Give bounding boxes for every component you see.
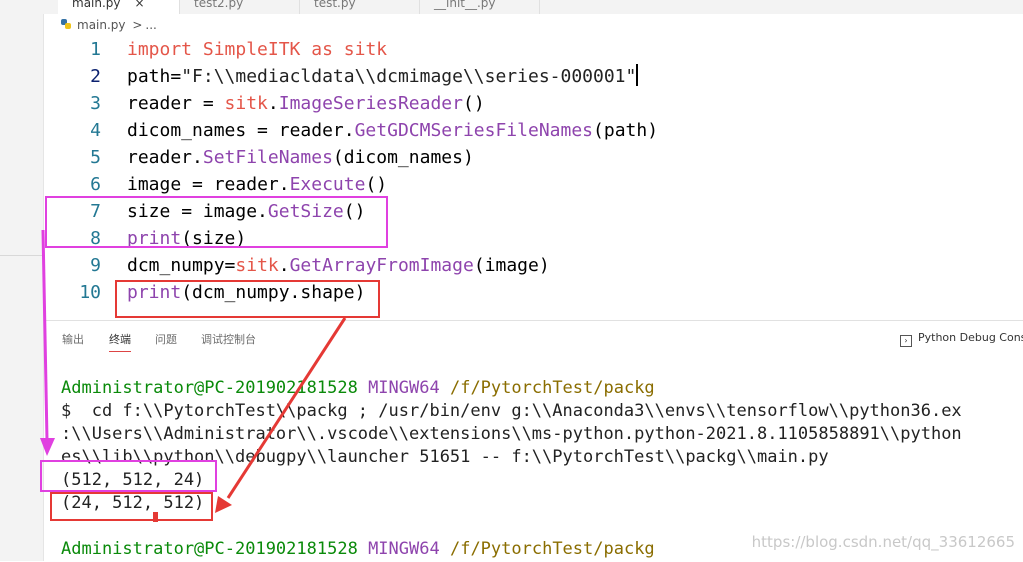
arrow-line-magenta	[41, 229, 49, 441]
annotation-arrows	[40, 229, 347, 522]
marker-comma	[153, 512, 158, 522]
arrowhead-magenta	[40, 438, 55, 456]
arrowhead-red	[215, 496, 232, 513]
arrow-line-red	[226, 317, 347, 499]
watermark: https://blog.csdn.net/qq_33612665	[751, 533, 1015, 551]
